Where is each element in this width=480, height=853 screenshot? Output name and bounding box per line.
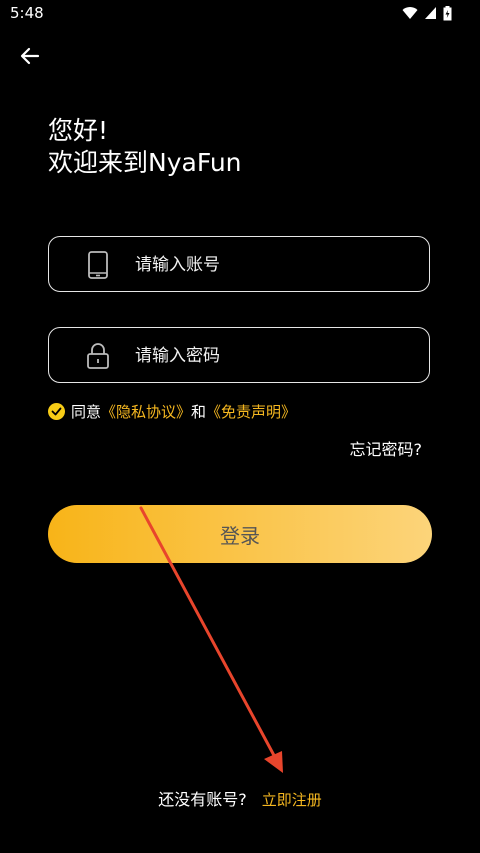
status-icons: [402, 5, 452, 21]
back-button[interactable]: [18, 44, 42, 68]
wifi-icon: [402, 7, 418, 20]
account-field[interactable]: [48, 236, 430, 293]
agreement-row: 同意 《隐私协议》 和 《免责声明》: [48, 400, 296, 422]
account-input[interactable]: [133, 237, 417, 293]
agree-and: 和: [191, 402, 207, 421]
greeting-line-1: 您好!: [48, 116, 109, 145]
agree-checkbox[interactable]: [48, 402, 65, 420]
greeting-line-2: 欢迎来到NyaFun: [48, 148, 242, 177]
forgot-password-link[interactable]: 忘记密码?: [350, 436, 423, 460]
status-time: 5:48: [10, 4, 44, 22]
greeting: 您好! 欢迎来到NyaFun: [48, 115, 242, 179]
back-arrow-icon: [20, 47, 40, 65]
login-button[interactable]: 登录: [48, 505, 432, 563]
register-row: 还没有账号? 立即注册: [0, 786, 480, 810]
signal-icon: [425, 7, 436, 19]
battery-icon: [443, 5, 452, 20]
agree-prefix: 同意: [71, 402, 102, 421]
status-bar: 5:48: [0, 0, 480, 26]
register-link[interactable]: 立即注册: [262, 791, 322, 809]
check-icon: [51, 407, 62, 415]
phone-icon: [88, 251, 108, 279]
privacy-link[interactable]: 《隐私协议》: [101, 401, 191, 422]
password-input[interactable]: [133, 328, 417, 384]
register-question: 还没有账号?: [158, 790, 247, 809]
password-field[interactable]: [48, 327, 430, 384]
disclaimer-link[interactable]: 《免责声明》: [206, 401, 296, 422]
lock-icon: [87, 343, 109, 369]
